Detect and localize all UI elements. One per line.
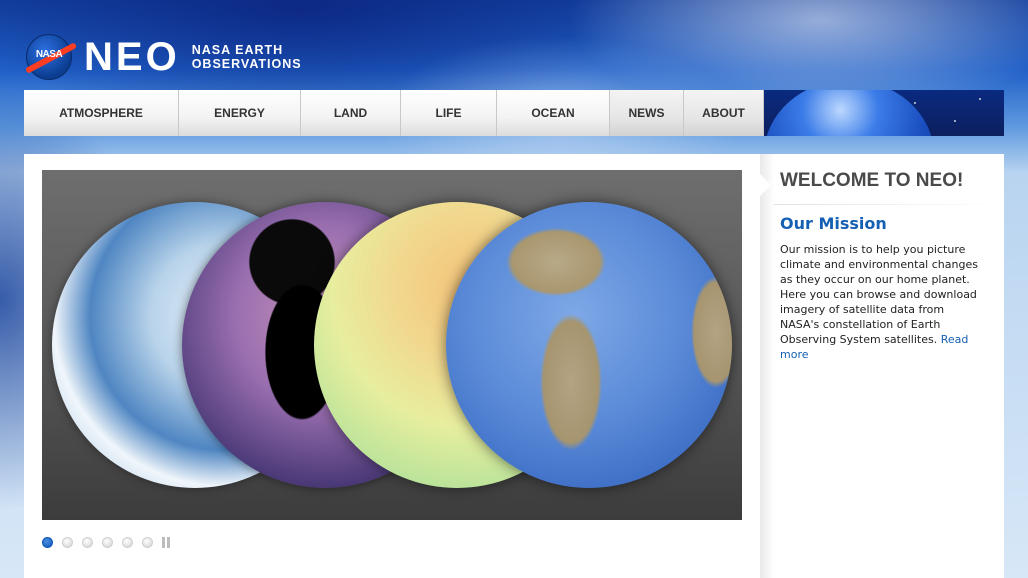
slide-dot-6[interactable] <box>142 537 153 548</box>
slideshow-pager <box>42 537 170 548</box>
nav-item-about[interactable]: ABOUT <box>684 90 764 136</box>
logo-subtitle-line2: OBSERVATIONS <box>191 57 302 71</box>
mission-paragraph: Our mission is to help you picture clima… <box>780 242 978 362</box>
neo-logo-text: NEO <box>84 35 180 79</box>
main-nav: ATMOSPHERE ENERGY LAND LIFE OCEAN NEWS A… <box>24 90 1004 136</box>
star <box>914 102 916 104</box>
divider <box>774 204 1004 205</box>
slideshow-image[interactable] <box>42 170 742 520</box>
slide-dot-4[interactable] <box>102 537 113 548</box>
logo-subtitle: NASA EARTH OBSERVATIONS <box>192 43 302 71</box>
slide-dot-1[interactable] <box>42 537 53 548</box>
welcome-heading: WELCOME TO NEO! <box>780 170 964 191</box>
nav-item-news[interactable]: NEWS <box>610 90 684 136</box>
logo-subtitle-line1: NASA EARTH <box>191 43 284 57</box>
nav-earth-banner <box>764 90 1004 136</box>
pause-icon[interactable] <box>162 537 170 548</box>
star <box>979 98 981 100</box>
bathymetry-globe <box>446 202 732 488</box>
nav-item-life[interactable]: LIFE <box>401 90 497 136</box>
mission-text: Our mission is to help you picture clima… <box>780 243 978 346</box>
earth-horizon-image <box>764 90 934 136</box>
nasa-logo-text: NASA <box>35 49 63 60</box>
nasa-meatball-icon: NASA <box>24 34 78 80</box>
callout-pointer <box>760 174 771 196</box>
nav-item-land[interactable]: LAND <box>301 90 401 136</box>
site-logo[interactable]: NASA NEO NASA EARTH OBSERVATIONS <box>24 34 302 80</box>
star <box>954 120 956 122</box>
welcome-sidebar: WELCOME TO NEO! Our Mission Our mission … <box>760 154 1004 578</box>
nav-item-atmosphere[interactable]: ATMOSPHERE <box>24 90 179 136</box>
slideshow-panel <box>24 154 760 578</box>
nav-item-energy[interactable]: ENERGY <box>179 90 301 136</box>
mission-heading: Our Mission <box>780 214 887 233</box>
slide-dot-5[interactable] <box>122 537 133 548</box>
nav-item-ocean[interactable]: OCEAN <box>497 90 610 136</box>
slide-dot-3[interactable] <box>82 537 93 548</box>
slide-dot-2[interactable] <box>62 537 73 548</box>
